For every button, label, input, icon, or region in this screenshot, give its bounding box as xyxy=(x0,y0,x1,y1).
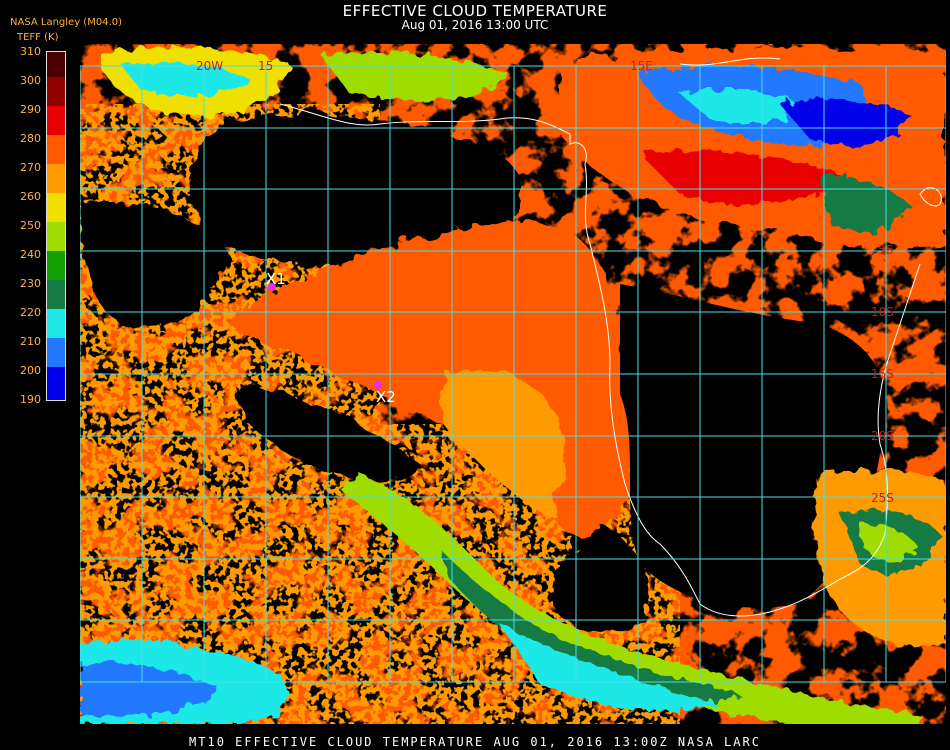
colorbar-segment-290-300 xyxy=(47,77,65,106)
colorbar-tick-label: 310 xyxy=(20,45,41,58)
cloud-temperature-map[interactable]: 5S 10S 15S 20S 25S 20W 15 15E X1 X2 xyxy=(80,44,946,724)
colorbar-tick-label: 190 xyxy=(20,393,41,406)
colorbar-segment-270-280 xyxy=(47,135,65,164)
colorbar-tick-label: 220 xyxy=(20,306,41,319)
lon-label-15: 15 xyxy=(258,59,273,73)
colorbar-tick-label: 260 xyxy=(20,190,41,203)
colorbar-tick-label: 290 xyxy=(20,103,41,116)
lat-label-20s: 20S xyxy=(871,429,894,443)
lat-label-10s: 10S xyxy=(871,305,894,319)
colorbar-segment-300-310 xyxy=(47,52,65,77)
colorbar-segment-200-210 xyxy=(47,338,65,367)
colorbar-tick-label: 300 xyxy=(20,74,41,87)
lat-label-5s: 5S xyxy=(878,243,893,257)
chart-subtitle: Aug 01, 2016 13:00 UTC xyxy=(401,18,549,32)
colorbar-tick-label: 210 xyxy=(20,335,41,348)
lat-label-15s: 15S xyxy=(871,367,894,381)
colorbar-tick-label: 270 xyxy=(20,161,41,174)
colorbar-tick-label: 200 xyxy=(20,364,41,377)
data-source-label: NASA Langley (M04.0) xyxy=(10,17,122,28)
marker-x1[interactable]: X1 xyxy=(266,270,286,291)
marker-x1-label: X1 xyxy=(266,270,286,288)
colorbar-segment-190-200 xyxy=(47,367,65,400)
colorbar-tick-label: 280 xyxy=(20,132,41,145)
colorbar-segment-280-290 xyxy=(47,106,65,135)
colorbar-tick-label: 240 xyxy=(20,248,41,261)
marker-x2-label: X2 xyxy=(376,388,396,406)
colorbar-segment-240-250 xyxy=(47,222,65,251)
colorbar-segment-260-270 xyxy=(47,164,65,193)
lon-label-15e: 15E xyxy=(630,59,653,73)
footer-caption: MT10 EFFECTIVE CLOUD TEMPERATURE AUG 01,… xyxy=(189,735,761,749)
colorbar-segment-230-240 xyxy=(47,251,65,280)
colorbar-segment-210-220 xyxy=(47,309,65,338)
colorbar xyxy=(46,51,66,401)
colorbar-units-label: TEFF (K) xyxy=(17,32,59,43)
colorbar-tick-label: 230 xyxy=(20,277,41,290)
lat-label-25s: 25S xyxy=(871,491,894,505)
lon-label-20w: 20W xyxy=(196,59,223,73)
colorbar-segment-250-260 xyxy=(47,193,65,222)
colorbar-tick-label: 250 xyxy=(20,219,41,232)
colorbar-segment-220-230 xyxy=(47,280,65,309)
